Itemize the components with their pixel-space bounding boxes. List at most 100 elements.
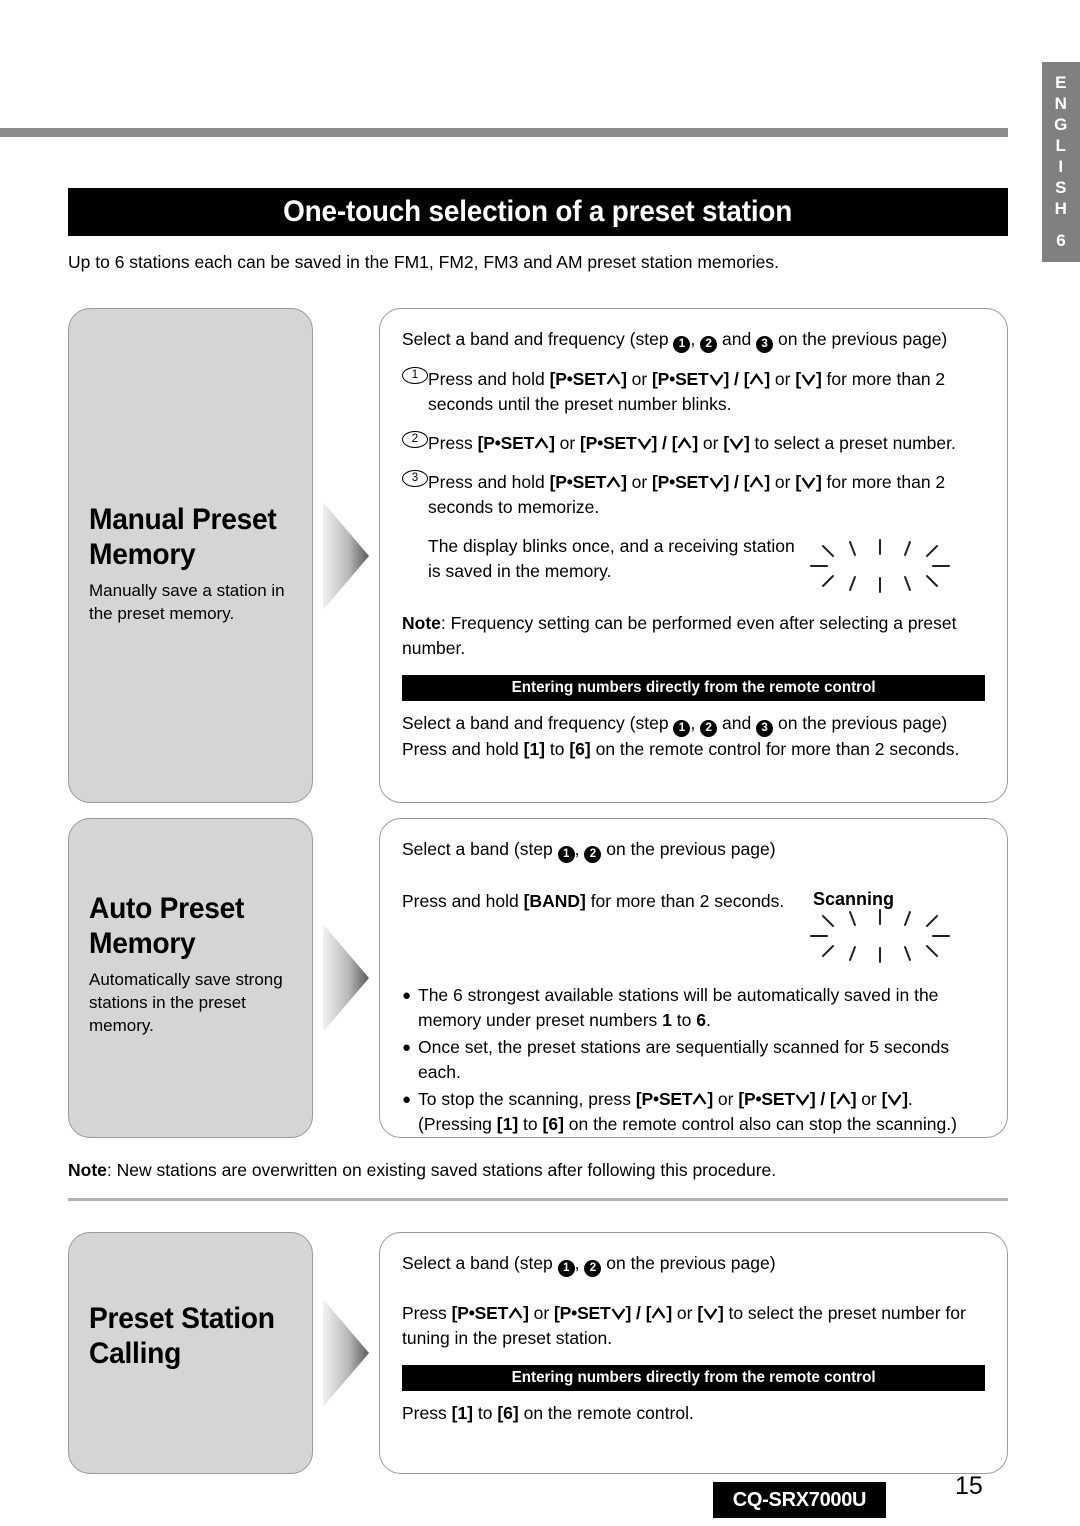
preset-calling-heading-line1: Preset Station: [89, 1302, 275, 1335]
bullet-icon: ●: [402, 1091, 412, 1108]
key-remote-1: [1]: [523, 739, 545, 759]
page-title: One-touch selection of a preset station: [283, 195, 793, 228]
key-down-3: []: [795, 472, 822, 492]
manual-remote-lead: Select a band and frequency (step 1, 2 a…: [402, 711, 985, 737]
chevron-down-icon: [801, 475, 816, 490]
key-pset-down-3: [P•SET]: [652, 472, 730, 492]
rl-sep2: and: [717, 713, 757, 733]
chevron-up-icon: [836, 1092, 851, 1107]
chevron-up-icon: [749, 372, 764, 387]
chevron-up-icon: [508, 1306, 523, 1321]
manual-preset-content-panel: Select a band and frequency (step 1, 2 a…: [379, 308, 1008, 803]
manual-remote-subheader: Entering numbers directly from the remot…: [402, 675, 985, 701]
language-tab-letter: H: [1054, 199, 1068, 218]
cl-before: Select a band (step: [402, 1253, 558, 1273]
key-remote-6b: [6]: [542, 1114, 564, 1134]
manual-lead-sep1: ,: [690, 329, 701, 349]
language-tab-letter: G: [1054, 115, 1068, 134]
b3t4: on the remote control also can stop the …: [563, 1114, 957, 1134]
manual-step-1: 1 Press and hold [P•SET] or [P•SET] / []…: [402, 367, 985, 417]
bullet-icon: ●: [402, 987, 412, 1004]
rm-k2: 6: [575, 739, 585, 759]
calling-remote-subheader-text: Entering numbers directly from the remot…: [511, 1369, 876, 1386]
marker-filled-2: 2: [584, 1260, 602, 1277]
crm-k2: 6: [503, 1403, 513, 1423]
k4: /: [729, 472, 744, 492]
language-tab-number: 6: [1056, 231, 1066, 250]
k1: P•SET: [555, 369, 607, 389]
manual-lead-before: Select a band and frequency (step: [402, 329, 674, 349]
manual-preset-description: Manually save a station in the preset me…: [89, 581, 285, 623]
chevron-down-icon: [637, 436, 652, 451]
chevron-up-icon: [534, 436, 549, 451]
calling-remote-line: Press [1] to [6] on the remote control.: [402, 1401, 985, 1426]
k3: P•SET: [657, 472, 709, 492]
section-preset-station-calling: Preset Station Calling Select a band (st…: [68, 1232, 1008, 1474]
manual-step-1-text: Press and hold [P•SET] or [P•SET] / [] o…: [428, 367, 985, 417]
s3t1: Press and hold: [428, 472, 550, 492]
rl-before: Select a band and frequency (step: [402, 713, 674, 733]
right-arrow-icon: [323, 501, 369, 610]
step-number-2: 2: [402, 431, 428, 448]
intro-text: Up to 6 stations each can be saved in th…: [68, 252, 780, 272]
manual-lead-after: on the previous page): [773, 329, 948, 349]
manual-lead-line: Select a band and frequency (step 1, 2 a…: [402, 327, 985, 353]
arrow-container-3: [313, 1232, 379, 1474]
marker-filled-1: 1: [557, 1260, 575, 1277]
auto-bullet-3-text: To stop the scanning, press [P•SET] or […: [418, 1087, 985, 1137]
k1: P•SET: [483, 433, 535, 453]
key-remote-1c: [1]: [451, 1403, 473, 1423]
ap-t1: Press and hold: [402, 891, 524, 911]
k2: or: [626, 369, 653, 389]
mid-note-label: Note: [68, 1160, 107, 1180]
k5: or: [770, 472, 796, 492]
b3t1: To stop the scanning, press: [418, 1089, 636, 1109]
cp-k1: P•SET: [457, 1303, 509, 1323]
key-pset-up-3: [P•SET]: [549, 472, 627, 492]
key-remote-6: [6]: [569, 739, 591, 759]
cp-t1: Press: [402, 1303, 452, 1323]
k3: P•SET: [585, 433, 637, 453]
b3k3: P•SET: [743, 1089, 795, 1109]
preset-calling-content-panel: Select a band (step 1, 2 on the previous…: [379, 1232, 1008, 1474]
chevron-down-icon: [801, 372, 816, 387]
auto-preset-label-panel: Auto Preset Memory Automatically save st…: [68, 818, 313, 1138]
auto-bullet-2: ● Once set, the preset stations are sequ…: [402, 1035, 985, 1085]
manual-note-label: Note: [402, 613, 441, 633]
chevron-up-icon: [606, 475, 621, 490]
chevron-down-icon: [887, 1092, 902, 1107]
auto-press-line: Press and hold [BAND] for more than 2 se…: [402, 889, 795, 914]
chevron-down-icon: [709, 475, 724, 490]
language-tab-letter: I: [1058, 157, 1064, 176]
auto-preset-heading-line2: Memory: [89, 927, 196, 960]
chevron-up-icon: [692, 1092, 707, 1107]
step-number-1: 1: [402, 367, 428, 384]
language-tab: E N G L I S H 6: [1042, 62, 1080, 262]
k5: or: [698, 433, 724, 453]
chevron-up-icon: [651, 1306, 666, 1321]
language-tab-letter: N: [1054, 94, 1068, 113]
manual-step-2-text: Press [P•SET] or [P•SET] / [] or [] to s…: [428, 431, 985, 456]
auto-press-row: Press and hold [BAND] for more than 2 se…: [402, 889, 985, 971]
rl-sep1: ,: [690, 713, 701, 733]
manual-remote-line: Press and hold [1] to [6] on the remote …: [402, 737, 985, 762]
section-manual-preset-memory: Manual Preset Memory Manually save a sta…: [68, 308, 1008, 803]
k3: P•SET: [657, 369, 709, 389]
auto-lead-line: Select a band (step 1, 2 on the previous…: [402, 837, 985, 863]
k4: /: [729, 369, 744, 389]
key-down-2: []: [723, 433, 750, 453]
key-up-call: []: [645, 1303, 673, 1323]
preset-calling-label-panel: Preset Station Calling: [68, 1232, 313, 1474]
k2: or: [626, 472, 653, 492]
key-up-3: []: [743, 472, 771, 492]
b3k7: 6: [548, 1114, 559, 1134]
cl-sep1: ,: [574, 1253, 585, 1273]
chevron-up-icon: [606, 372, 621, 387]
calling-remote-subheader: Entering numbers directly from the remot…: [402, 1365, 985, 1391]
calling-lead-line: Select a band (step 1, 2 on the previous…: [402, 1251, 985, 1277]
cl-after: on the previous page): [601, 1253, 776, 1273]
manual-note-text: : Frequency setting can be performed eve…: [402, 613, 957, 658]
marker-filled-1: 1: [673, 720, 691, 737]
right-arrow-icon: [323, 1299, 369, 1407]
b1t3: .: [705, 1010, 711, 1030]
